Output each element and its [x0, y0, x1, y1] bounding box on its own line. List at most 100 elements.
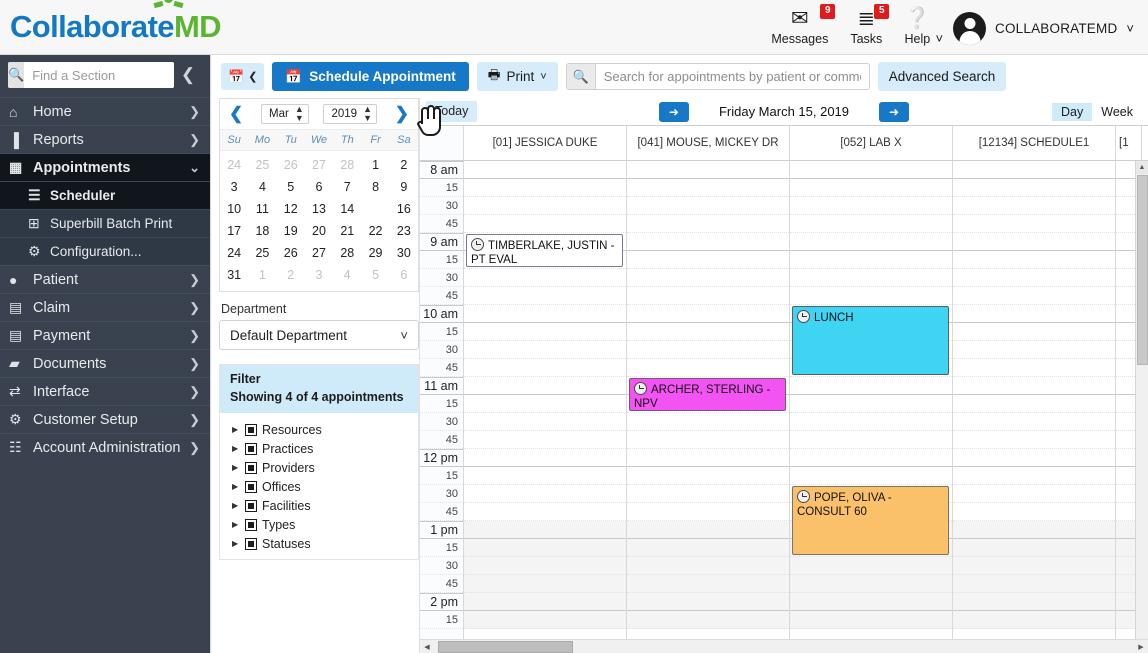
sidebar-item-patient[interactable]: ●Patient❯	[0, 265, 210, 293]
filter-group-statuses[interactable]: ▶Statuses	[220, 534, 418, 553]
tasks-button[interactable]: ≣ 5 Tasks	[839, 7, 893, 48]
time-slot-cell[interactable]	[953, 305, 1115, 323]
time-slot-cell[interactable]	[790, 251, 952, 269]
time-slot-cell[interactable]	[464, 287, 626, 305]
mini-calendar-day[interactable]: 26	[277, 242, 305, 264]
time-slot-cell[interactable]	[627, 305, 789, 323]
time-slot-cell[interactable]	[464, 269, 626, 287]
filter-group-resources[interactable]: ▶Resources	[220, 420, 418, 439]
mini-calendar-day[interactable]: 6	[305, 176, 333, 198]
appointment-block[interactable]: TIMBERLAKE, JUSTIN - PT EVAL	[466, 234, 623, 267]
time-slot-cell[interactable]	[627, 323, 789, 341]
filter-checkbox[interactable]	[245, 519, 257, 531]
find-section-input[interactable]	[24, 62, 174, 88]
mini-calendar-prev-icon[interactable]: ❮	[226, 104, 246, 124]
sidebar-item-interface[interactable]: ⇄Interface❯	[0, 377, 210, 405]
filter-group-types[interactable]: ▶Types	[220, 515, 418, 534]
time-slot-cell[interactable]	[627, 485, 789, 503]
time-slot-cell[interactable]	[627, 431, 789, 449]
mini-calendar-day[interactable]: 26	[277, 154, 305, 176]
mini-calendar-day[interactable]: 30	[390, 242, 418, 264]
sidebar-item-reports[interactable]: ▐Reports❯	[0, 125, 210, 153]
time-slot-cell[interactable]	[790, 431, 952, 449]
mini-calendar-day[interactable]: 11	[248, 198, 276, 220]
time-slot-cell[interactable]	[627, 413, 789, 431]
month-select[interactable]: Mar ▲▼	[261, 104, 309, 124]
time-slot-cell[interactable]	[627, 233, 789, 251]
resource-column-header[interactable]: [1	[1116, 126, 1142, 160]
time-slot-cell[interactable]	[790, 593, 952, 611]
filter-checkbox[interactable]	[245, 481, 257, 493]
mini-calendar-selected-day[interactable]: 15	[361, 198, 389, 220]
calendar-panel-toggle[interactable]: 📅 ❮	[221, 63, 264, 90]
mini-calendar-day[interactable]: 10	[220, 198, 248, 220]
search-icon[interactable]: 🔍	[566, 63, 595, 90]
year-select[interactable]: 2019 ▲▼	[323, 104, 377, 124]
mini-calendar-day[interactable]: 27	[305, 242, 333, 264]
resource-day-column[interactable]: TIMBERLAKE, JUSTIN - PT EVAL	[464, 161, 627, 639]
time-slot-cell[interactable]	[464, 575, 626, 593]
time-slot-cell[interactable]	[790, 377, 952, 395]
mini-calendar-day[interactable]: 20	[305, 220, 333, 242]
mini-calendar-day[interactable]: 4	[333, 264, 361, 286]
time-slot-cell[interactable]	[953, 197, 1115, 215]
find-section-box[interactable]: 🔍	[8, 62, 174, 88]
expand-triangle-icon[interactable]: ▶	[232, 539, 240, 548]
sidebar-item-claim[interactable]: ▤Claim❯	[0, 293, 210, 321]
mini-calendar-day[interactable]: 4	[248, 176, 276, 198]
time-slot-cell[interactable]	[464, 521, 626, 539]
schedule-appointment-button[interactable]: 📅 Schedule Appointment	[272, 62, 468, 91]
time-slot-cell[interactable]	[464, 503, 626, 521]
mini-calendar-day[interactable]: 23	[390, 220, 418, 242]
sidebar-item-configuration[interactable]: ⚙Configuration...	[0, 237, 210, 265]
messages-button[interactable]: ✉ 9 Messages	[760, 7, 839, 48]
mini-calendar-next-icon[interactable]: ❯	[392, 104, 412, 124]
time-slot-cell[interactable]	[953, 377, 1115, 395]
time-slot-cell[interactable]	[464, 431, 626, 449]
expand-triangle-icon[interactable]: ▶	[232, 463, 240, 472]
time-slot-cell[interactable]	[790, 287, 952, 305]
time-slot-cell[interactable]	[464, 413, 626, 431]
time-slot-cell[interactable]	[627, 467, 789, 485]
mini-calendar-day[interactable]: 28	[333, 242, 361, 264]
time-slot-cell[interactable]	[627, 197, 789, 215]
horizontal-scrollbar[interactable]: ◀ ▶	[420, 639, 1148, 653]
time-slot-cell[interactable]	[790, 395, 952, 413]
mini-calendar-day[interactable]: 1	[248, 264, 276, 286]
filter-group-facilities[interactable]: ▶Facilities	[220, 496, 418, 515]
time-slot-cell[interactable]	[627, 611, 789, 629]
resource-column-header[interactable]: [052] LAB X	[790, 126, 953, 160]
sidebar-item-home[interactable]: ⌂Home❯	[0, 97, 210, 125]
mini-calendar-day[interactable]: 2	[390, 154, 418, 176]
time-slot-cell[interactable]	[953, 179, 1115, 197]
time-slot-cell[interactable]	[953, 611, 1115, 629]
time-slot-cell[interactable]	[790, 413, 952, 431]
mini-calendar-day[interactable]: 21	[333, 220, 361, 242]
mini-calendar-day[interactable]: 25	[248, 242, 276, 264]
time-slot-cell[interactable]	[464, 395, 626, 413]
time-slot-cell[interactable]	[627, 575, 789, 593]
time-slot-cell[interactable]	[464, 179, 626, 197]
time-slot-cell[interactable]	[464, 161, 626, 179]
time-slot-cell[interactable]	[627, 215, 789, 233]
time-slot-cell[interactable]	[627, 251, 789, 269]
mini-calendar-day[interactable]: 8	[361, 176, 389, 198]
time-slot-cell[interactable]	[790, 557, 952, 575]
time-slot-cell[interactable]	[953, 593, 1115, 611]
mini-calendar-day[interactable]: 24	[220, 154, 248, 176]
sidebar-collapse-chevron-left-icon[interactable]: ❮	[174, 65, 202, 85]
expand-triangle-icon[interactable]: ▶	[232, 520, 240, 529]
time-slot-cell[interactable]	[790, 161, 952, 179]
time-slot-cell[interactable]	[790, 197, 952, 215]
time-slot-cell[interactable]	[627, 539, 789, 557]
time-slot-cell[interactable]	[464, 539, 626, 557]
time-slot-cell[interactable]	[953, 539, 1115, 557]
time-slot-cell[interactable]	[464, 593, 626, 611]
filter-checkbox[interactable]	[245, 538, 257, 550]
sidebar-item-documents[interactable]: ▰Documents❯	[0, 349, 210, 377]
mini-calendar-day[interactable]: 16	[390, 198, 418, 220]
filter-checkbox[interactable]	[245, 424, 257, 436]
time-slot-cell[interactable]	[790, 215, 952, 233]
appointment-block[interactable]: POPE, OLIVA - CONSULT 60	[792, 486, 949, 555]
view-day-button[interactable]: Day	[1052, 103, 1092, 121]
